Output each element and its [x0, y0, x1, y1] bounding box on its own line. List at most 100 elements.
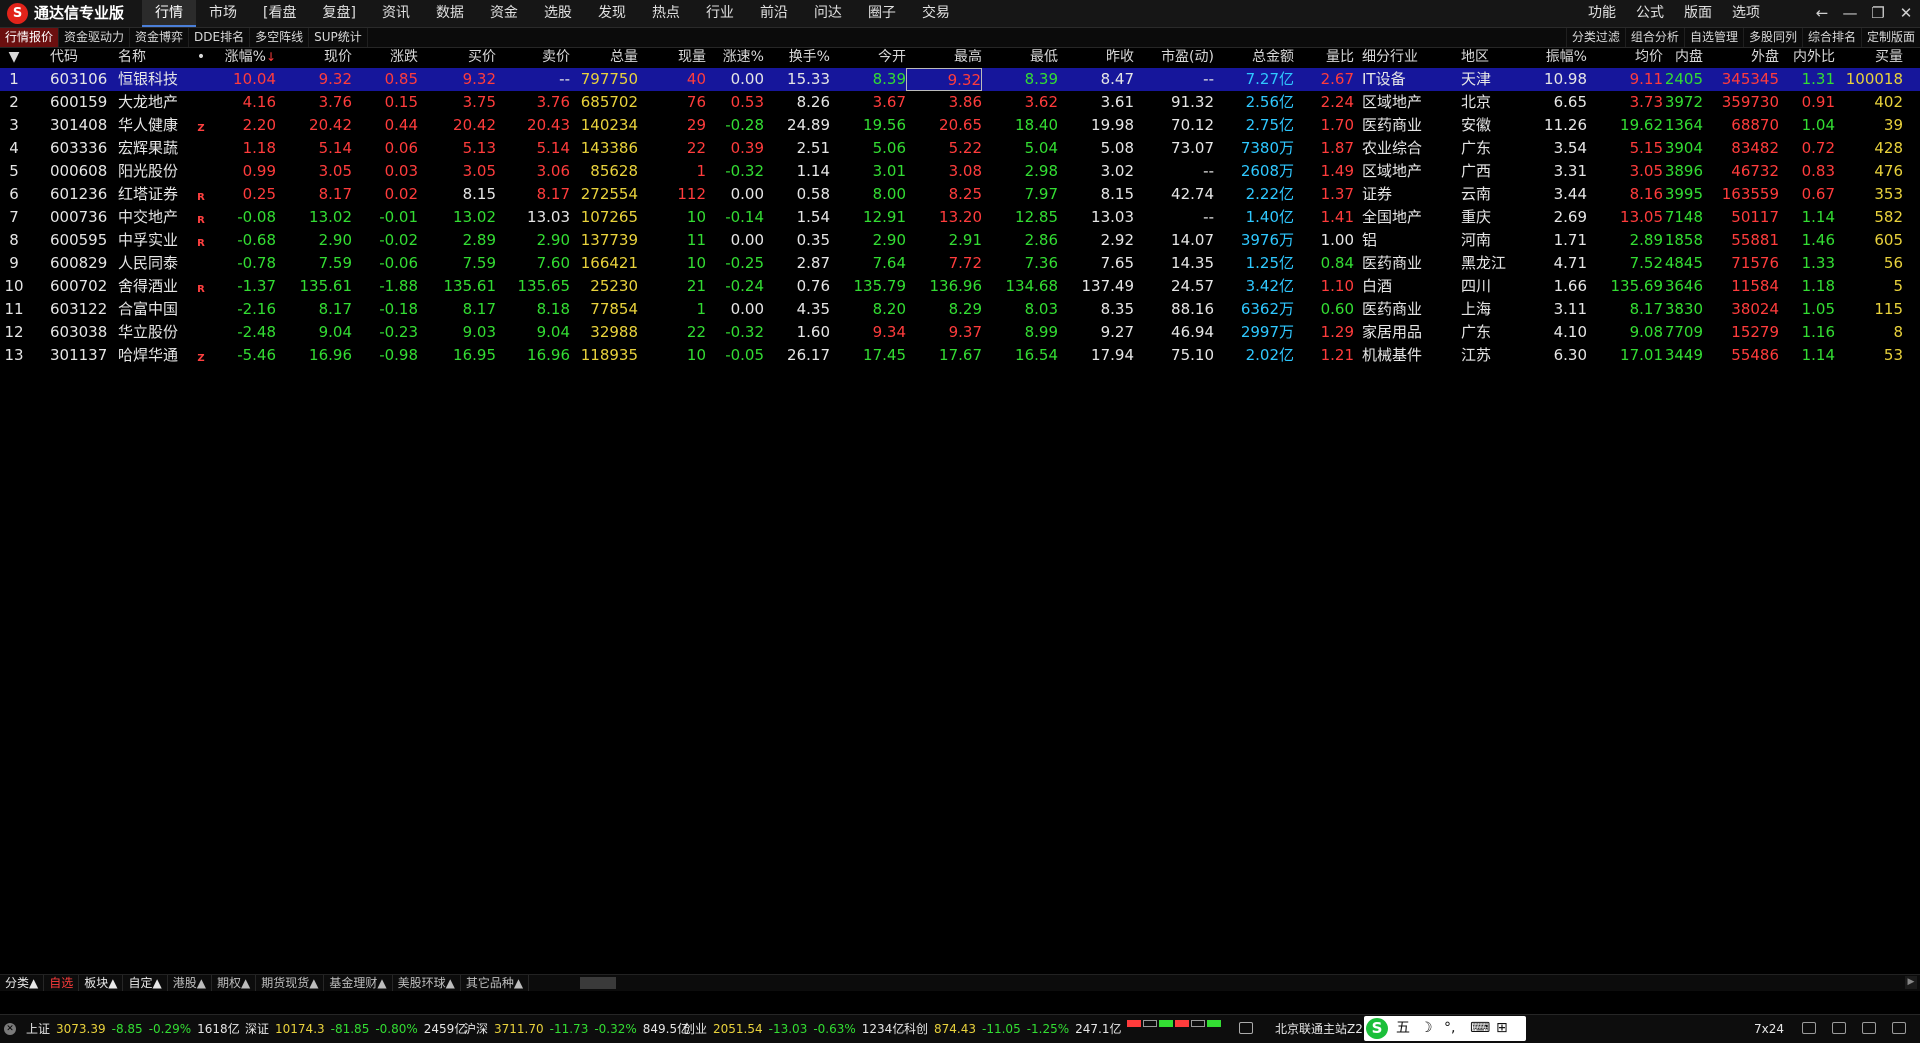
restore-icon[interactable]: ❐ — [1864, 0, 1892, 27]
category-tab[interactable]: 板块▲ — [79, 975, 124, 991]
column-header[interactable]: 买价 — [418, 47, 496, 68]
menu-item[interactable]: 资讯 — [369, 0, 423, 27]
view-tab[interactable]: 资金驱动力 — [59, 28, 131, 47]
category-tab[interactable]: 期货现货▲ — [256, 975, 325, 991]
table-row[interactable]: 9 600829 人民同泰 -0.78 7.59 -0.06 7.59 7.60 166421 1… — [0, 252, 1920, 275]
stock-name[interactable]: 华立股份 — [118, 321, 188, 344]
mute-icon[interactable] — [1862, 1022, 1876, 1034]
category-tab[interactable]: 自定▲ — [123, 975, 168, 991]
tool-tab[interactable]: 组合分析 — [1624, 28, 1684, 47]
table-row[interactable]: 13 301137 哈焊华通 Z -5.46 16.96 -0.98 16.95 16.96 11… — [0, 344, 1920, 367]
category-tab[interactable]: 其它品种▲ — [461, 975, 530, 991]
menu-item[interactable]: [看盘 — [250, 0, 309, 27]
menu-item[interactable]: 数据 — [423, 0, 477, 27]
column-header[interactable]: 内外比 — [1779, 47, 1835, 68]
stock-name[interactable]: 阳光股份 — [118, 160, 188, 183]
stock-name[interactable]: 中孚实业 — [118, 229, 188, 252]
index-quote[interactable]: 科创 874.43 -11.05 -1.25% 247.1亿 — [904, 1015, 1128, 1043]
right-menu-item[interactable]: 功能 — [1578, 0, 1626, 27]
menu-item[interactable]: 选股 — [531, 0, 585, 27]
menu-item[interactable]: 行情 — [142, 0, 196, 27]
column-header[interactable]: 总量 — [570, 47, 638, 68]
menu-item[interactable]: 行业 — [693, 0, 747, 27]
column-header[interactable]: 买量 — [1835, 47, 1903, 68]
chat-icon[interactable] — [1832, 1022, 1846, 1034]
menu-item[interactable]: 资金 — [477, 0, 531, 27]
back-arrow-icon[interactable]: ← — [1808, 0, 1836, 27]
menu-item[interactable]: 交易 — [909, 0, 963, 27]
message-icon[interactable] — [1802, 1022, 1816, 1034]
column-header[interactable]: 名称 — [118, 47, 188, 68]
scroll-right-arrow-icon[interactable]: ▶ — [1905, 976, 1917, 989]
menu-item[interactable]: 发现 — [585, 0, 639, 27]
moon-icon[interactable]: ☽ — [1420, 1016, 1433, 1041]
close-icon[interactable]: ✕ — [1892, 0, 1920, 27]
stock-name[interactable]: 宏辉果蔬 — [118, 137, 188, 160]
index-quote[interactable]: 上证 3073.39 -8.85 -0.29% 1618亿 — [26, 1015, 246, 1043]
stock-code[interactable]: 600829 — [50, 252, 112, 275]
tool-tab[interactable]: 综合排名 — [1801, 28, 1861, 47]
table-row[interactable]: 2 600159 大龙地产 4.16 3.76 0.15 3.75 3.76 685702 76 0… — [0, 91, 1920, 114]
stock-code[interactable]: 603038 — [50, 321, 112, 344]
screenshot-icon[interactable] — [1239, 1022, 1253, 1034]
minimize-icon[interactable]: — — [1836, 0, 1864, 27]
stock-name[interactable]: 哈焊华通 — [118, 344, 188, 367]
right-menu-item[interactable]: 选项 — [1722, 0, 1770, 27]
column-header[interactable]: 细分行业 — [1362, 47, 1452, 68]
menu-item[interactable]: 问达 — [801, 0, 855, 27]
stock-name[interactable]: 红塔证券 — [118, 183, 188, 206]
stock-name[interactable]: 恒银科技 — [118, 68, 188, 91]
category-tab[interactable]: 美股环球▲ — [393, 975, 461, 991]
column-header[interactable]: 市盈(动) — [1134, 47, 1214, 68]
column-header[interactable]: 今开 — [830, 47, 906, 68]
column-header[interactable]: 最低 — [982, 47, 1058, 68]
stock-name[interactable]: 华人健康 — [118, 114, 188, 137]
stock-code[interactable]: 000608 — [50, 160, 112, 183]
stock-name[interactable]: 中交地产 — [118, 206, 188, 229]
column-header[interactable]: 卖价 — [496, 47, 570, 68]
stock-name[interactable]: 舍得酒业 — [118, 275, 188, 298]
index-quote[interactable]: 创业 2051.54 -13.03 -0.63% 1234亿 — [683, 1015, 910, 1043]
column-header[interactable]: ▼ — [2, 47, 26, 68]
index-quote[interactable]: 深证 10174.3 -81.85 -0.80% 2459亿 — [245, 1015, 472, 1043]
menu-item[interactable]: 复盘] — [309, 0, 368, 27]
category-tab[interactable]: 分类▲ — [0, 975, 45, 991]
keyboard-icon[interactable]: ⌨ — [1470, 1016, 1490, 1041]
stock-code[interactable]: 301137 — [50, 344, 112, 367]
table-row[interactable]: 12 603038 华立股份 -2.48 9.04 -0.23 9.03 9.04 32988 2… — [0, 321, 1920, 344]
category-tab[interactable]: 基金理财▲ — [324, 975, 393, 991]
close-ticker-icon[interactable]: ✕ — [4, 1023, 16, 1035]
signal-icon[interactable] — [1892, 1022, 1906, 1034]
right-menu-item[interactable]: 公式 — [1626, 0, 1674, 27]
stock-code[interactable]: 301408 — [50, 114, 112, 137]
table-row[interactable]: 11 603122 合富中国 -2.16 8.17 -0.18 8.17 8.18 77854 1… — [0, 298, 1920, 321]
column-header[interactable]: 换手% — [764, 47, 830, 68]
column-header[interactable]: 内盘 — [1663, 47, 1703, 68]
stock-name[interactable]: 合富中国 — [118, 298, 188, 321]
column-header[interactable]: 总金额 — [1214, 47, 1294, 68]
stock-code[interactable]: 600159 — [50, 91, 112, 114]
table-row[interactable]: 7 000736 中交地产 R -0.08 13.02 -0.01 13.02 13.03 107… — [0, 206, 1920, 229]
right-menu-item[interactable]: 版面 — [1674, 0, 1722, 27]
table-row[interactable]: 8 600595 中孚实业 R -0.68 2.90 -0.02 2.89 2.90 137739… — [0, 229, 1920, 252]
column-header[interactable]: 量比 — [1294, 47, 1354, 68]
stock-code[interactable]: 000736 — [50, 206, 112, 229]
ime-mode[interactable]: 五 — [1396, 1016, 1410, 1041]
horizontal-scrollbar[interactable] — [580, 977, 616, 989]
column-header[interactable]: 振幅% — [1521, 47, 1587, 68]
index-quote[interactable]: 沪深 3711.70 -11.73 -0.32% 849.5亿 — [464, 1015, 695, 1043]
stock-name[interactable]: 人民同泰 — [118, 252, 188, 275]
table-row[interactable]: 10 600702 舍得酒业 R -1.37 135.61 -1.88 135.61 135.6… — [0, 275, 1920, 298]
column-header[interactable]: 涨幅%↓ — [200, 47, 276, 68]
stock-code[interactable]: 600595 — [50, 229, 112, 252]
input-method-bar[interactable]: S 五 ☽ °, ⌨ ⊞ — [1364, 1016, 1526, 1041]
view-tab[interactable]: SUP统计 — [309, 28, 368, 47]
column-header[interactable]: 最高 — [906, 47, 982, 68]
stock-name[interactable]: 大龙地产 — [118, 91, 188, 114]
column-header[interactable]: 地区 — [1461, 47, 1521, 68]
table-row[interactable]: 6 601236 红塔证券 R 0.25 8.17 0.02 8.15 8.17 272554 11… — [0, 183, 1920, 206]
column-header[interactable]: 外盘 — [1703, 47, 1779, 68]
punctuation-icon[interactable]: °, — [1444, 1016, 1455, 1041]
tool-tab[interactable]: 自选管理 — [1683, 28, 1743, 47]
view-tab[interactable]: 多空阵线 — [250, 28, 310, 47]
